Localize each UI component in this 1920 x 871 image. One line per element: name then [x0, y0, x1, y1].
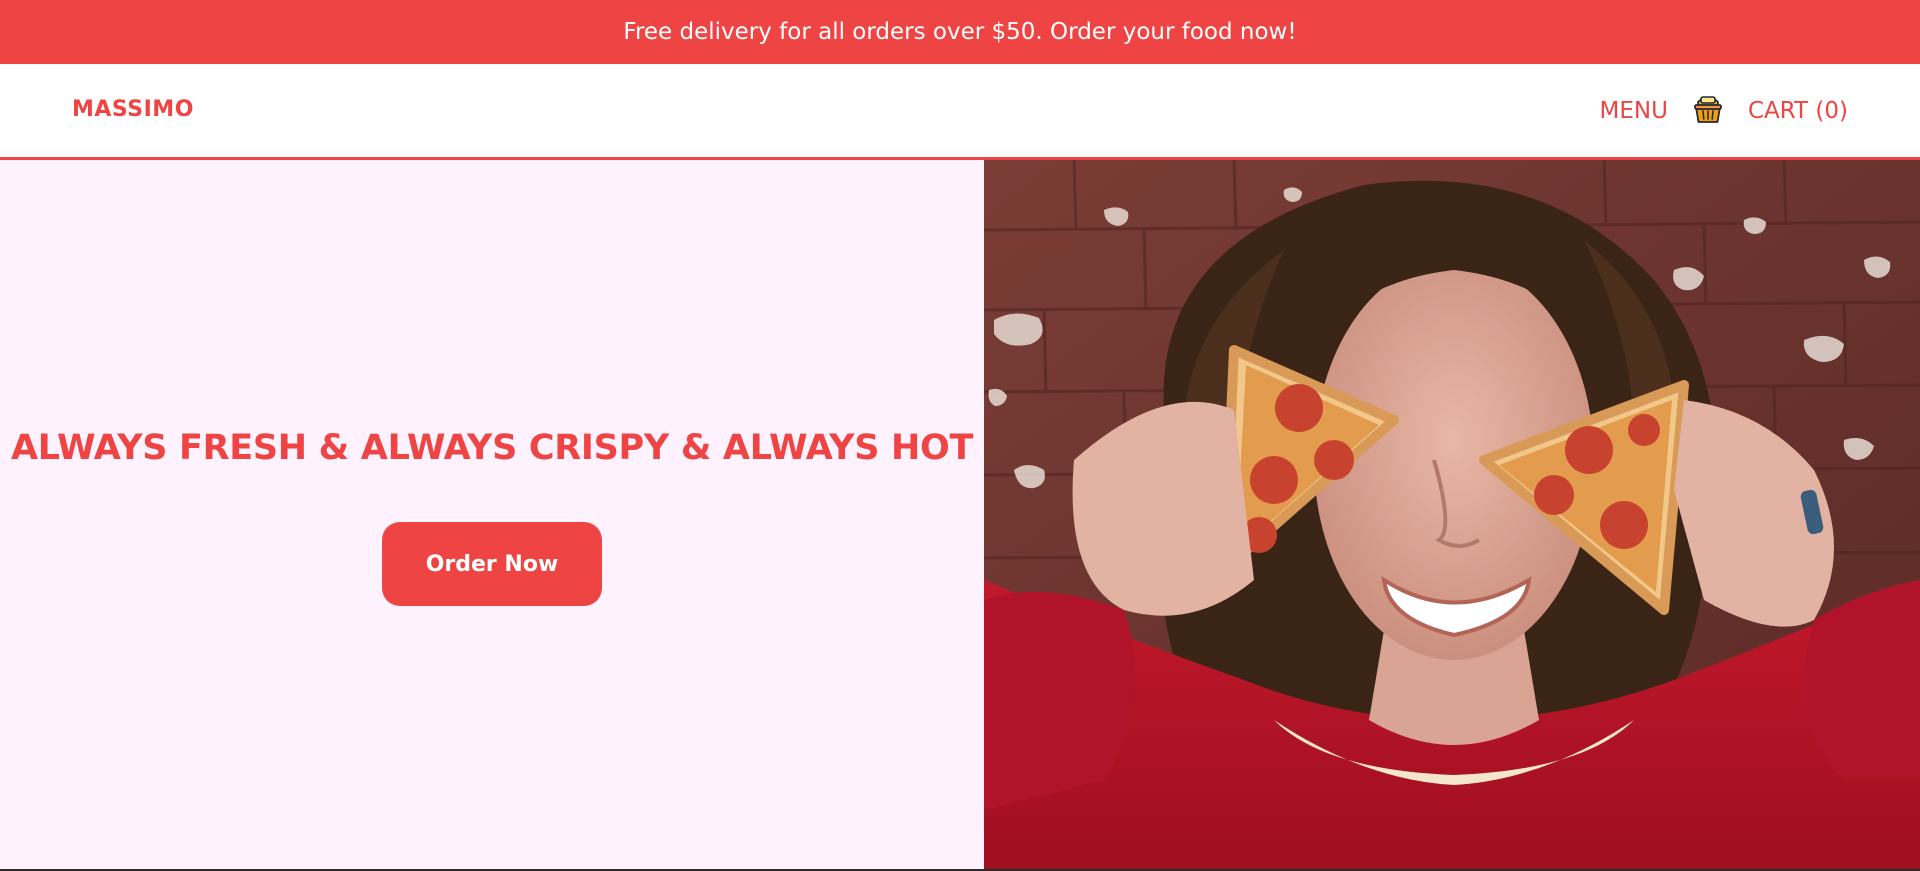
- nav-cart-link[interactable]: CART (0): [1748, 98, 1848, 124]
- pizza-person-photo: [984, 160, 1920, 869]
- hero-text-panel: ALWAYS FRESH & ALWAYS CRISPY & ALWAYS HO…: [0, 160, 984, 869]
- hero-image: [984, 160, 1920, 869]
- main-nav: MENU CART (0): [1600, 64, 1848, 157]
- basket-icon[interactable]: [1692, 94, 1724, 126]
- promo-text: Free delivery for all orders over $50. O…: [623, 19, 1297, 45]
- hero-section: ALWAYS FRESH & ALWAYS CRISPY & ALWAYS HO…: [0, 160, 1920, 869]
- brand-logo[interactable]: MASSIMO: [72, 97, 194, 122]
- order-now-button[interactable]: Order Now: [382, 522, 602, 606]
- nav-menu-link[interactable]: MENU: [1600, 98, 1668, 124]
- site-header: MASSIMO MENU CART (0): [0, 64, 1920, 160]
- hero-headline: ALWAYS FRESH & ALWAYS CRISPY & ALWAYS HO…: [10, 428, 974, 468]
- promo-banner: Free delivery for all orders over $50. O…: [0, 0, 1920, 64]
